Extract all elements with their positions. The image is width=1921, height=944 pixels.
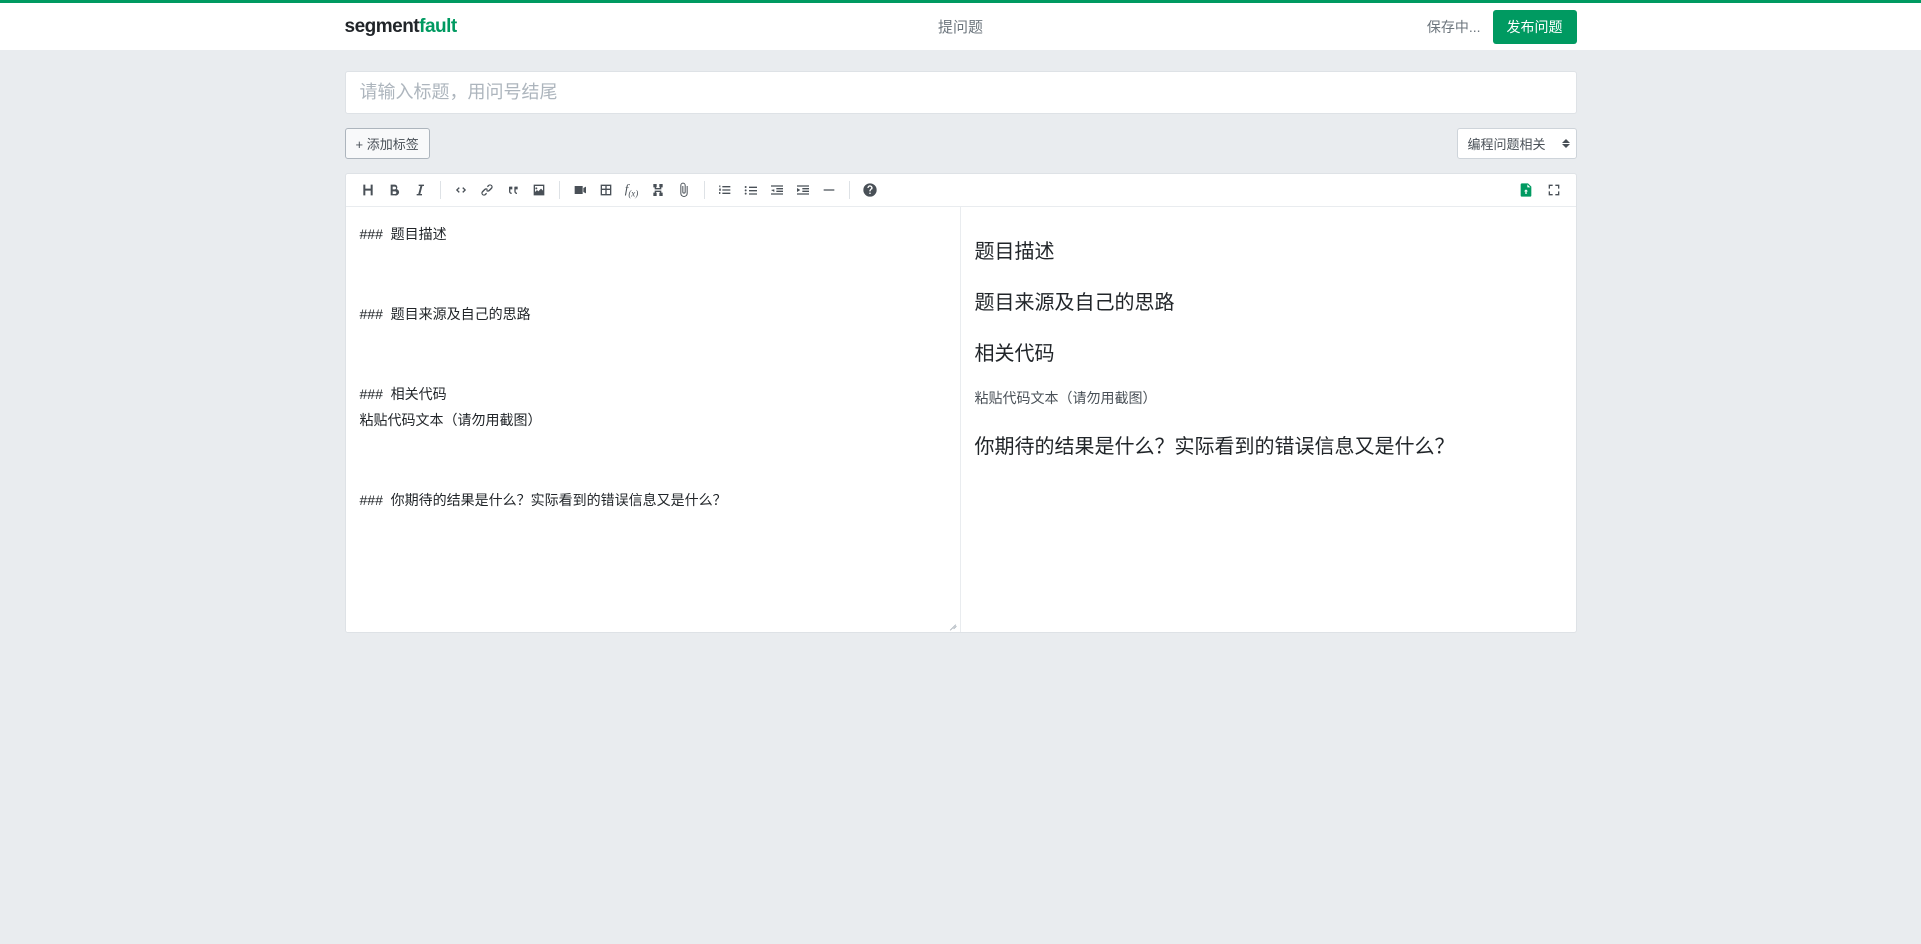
table-icon	[598, 182, 614, 198]
help-button[interactable]	[858, 178, 882, 202]
editor-preview-pane: 题目描述 题目来源及自己的思路 相关代码 粘贴代码文本（请勿用截图） 你期待的结…	[961, 207, 1576, 632]
quote-button[interactable]	[501, 178, 525, 202]
toolbar-separator	[704, 181, 705, 199]
heading-icon	[360, 182, 376, 198]
add-tag-button[interactable]: + 添加标签	[345, 128, 430, 159]
toolbar-separator	[440, 181, 441, 199]
indent-button[interactable]	[791, 178, 815, 202]
publish-button[interactable]: 发布问题	[1493, 10, 1577, 44]
editor: f(x)	[345, 173, 1577, 633]
fullscreen-button[interactable]	[1542, 178, 1566, 202]
bold-icon	[386, 182, 402, 198]
logo-fault: fault	[419, 16, 457, 37]
italic-button[interactable]	[408, 178, 432, 202]
ordered-list-button[interactable]	[713, 178, 737, 202]
flowchart-icon	[650, 182, 666, 198]
preview-paragraph: 粘贴代码文本（请勿用截图）	[975, 388, 1562, 408]
preview-heading: 你期待的结果是什么？实际看到的错误信息又是什么？	[975, 430, 1562, 459]
logo-seg: segment	[345, 16, 420, 37]
unordered-list-button[interactable]	[739, 178, 763, 202]
page-title: 提问题	[938, 16, 983, 37]
main-container: + 添加标签 编程问题相关	[345, 71, 1577, 633]
outdent-button[interactable]	[765, 178, 789, 202]
category-selected-label: 编程问题相关	[1468, 134, 1546, 153]
header: segmentfault 提问题 保存中... 发布问题	[0, 3, 1921, 51]
outdent-icon	[769, 182, 785, 198]
code-icon	[453, 182, 469, 198]
paste-icon	[1518, 182, 1534, 198]
video-icon	[572, 182, 588, 198]
bold-button[interactable]	[382, 178, 406, 202]
ordered-list-icon	[717, 182, 733, 198]
toolbar-separator	[849, 181, 850, 199]
quote-icon	[505, 182, 521, 198]
attachment-button[interactable]	[672, 178, 696, 202]
preview-heading: 题目描述	[975, 235, 1562, 264]
fullscreen-icon	[1546, 182, 1562, 198]
link-icon	[479, 182, 495, 198]
select-chevron-icon	[1562, 139, 1570, 148]
image-button[interactable]	[527, 178, 551, 202]
logo[interactable]: segmentfault	[345, 16, 457, 38]
markdown-textarea[interactable]	[346, 207, 960, 632]
editor-panes: 题目描述 题目来源及自己的思路 相关代码 粘贴代码文本（请勿用截图） 你期待的结…	[346, 207, 1576, 632]
image-icon	[531, 182, 547, 198]
formula-icon: f(x)	[625, 181, 639, 199]
tags-category-row: + 添加标签 编程问题相关	[345, 128, 1577, 159]
hr-button[interactable]	[817, 178, 841, 202]
toolbar-separator	[559, 181, 560, 199]
editor-toolbar: f(x)	[346, 174, 1576, 207]
heading-button[interactable]	[356, 178, 380, 202]
italic-icon	[412, 182, 428, 198]
title-input[interactable]	[345, 71, 1577, 114]
paste-button[interactable]	[1514, 178, 1538, 202]
unordered-list-icon	[743, 182, 759, 198]
formula-button[interactable]: f(x)	[620, 178, 644, 202]
saving-indicator: 保存中...	[1427, 17, 1481, 37]
attachment-icon	[676, 182, 692, 198]
preview-heading: 题目来源及自己的思路	[975, 286, 1562, 315]
category-select[interactable]: 编程问题相关	[1457, 128, 1577, 159]
video-button[interactable]	[568, 178, 592, 202]
code-button[interactable]	[449, 178, 473, 202]
hr-icon	[821, 182, 837, 198]
preview-heading: 相关代码	[975, 337, 1562, 366]
link-button[interactable]	[475, 178, 499, 202]
editor-source-pane	[346, 207, 961, 632]
help-icon	[862, 182, 878, 198]
table-button[interactable]	[594, 178, 618, 202]
flowchart-button[interactable]	[646, 178, 670, 202]
indent-icon	[795, 182, 811, 198]
